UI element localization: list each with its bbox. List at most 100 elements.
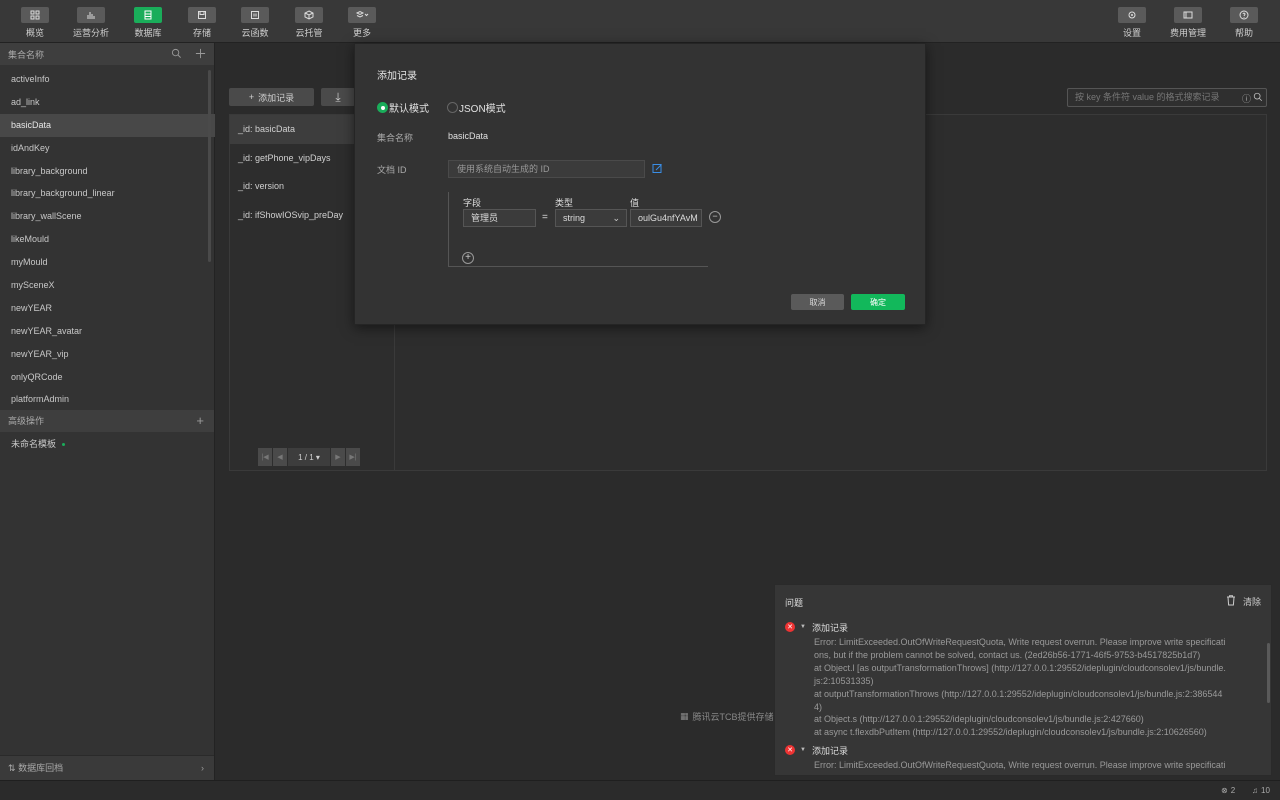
problem-entry: ✕ ▼ 添加记录 Error: LimitExceeded.OutOfWrite… (785, 621, 1265, 739)
rollback-icon: ⇅ (8, 763, 16, 773)
collection-item[interactable]: mySceneX (0, 274, 215, 297)
problem-line: at Object.s (http://127.0.0.1:29552/idep… (814, 714, 1144, 725)
type-column-label: 类型 (555, 198, 574, 208)
problem-details: Error: LimitExceeded.OutOfWriteRequestQu… (814, 759, 1265, 772)
toolbar-cloud-function-button[interactable]: 云函数 (228, 7, 282, 41)
error-count[interactable]: ⊗ 2 (1221, 786, 1235, 795)
toolbar-storage-button[interactable]: 存储 (175, 7, 229, 41)
problem-details: Error: LimitExceeded.OutOfWriteRequestQu… (814, 636, 1265, 739)
problem-line: at Object.l [as outputTransformationThro… (814, 662, 1226, 673)
toolbar-billing-button[interactable]: 费用管理 (1161, 7, 1215, 41)
json-mode-radio[interactable] (447, 102, 458, 113)
toolbar-billing-label: 费用管理 (1169, 28, 1206, 38)
collection-item[interactable]: library_background (0, 160, 215, 183)
problem-line: ons, but if the problem cannot be solved… (814, 649, 1201, 660)
clear-problems-button[interactable]: 清除 (1225, 594, 1261, 608)
add-record-label: 添加记录 (258, 92, 295, 103)
prev-page-button[interactable]: ◀ (273, 448, 287, 466)
next-page-button[interactable]: ▶ (331, 448, 345, 466)
add-template-icon[interactable]: + (196, 410, 204, 432)
default-mode-label[interactable]: 默认模式 (389, 100, 429, 115)
edit-icon[interactable] (652, 163, 663, 174)
top-toolbar: 概览 运营分析 数据库 存储 云函数 云托管 更多 设置 费用管理 帮助 (0, 0, 1280, 43)
collection-list: activeInfo ad_link basicData idAndKey li… (0, 68, 215, 411)
search-icon[interactable] (170, 47, 182, 59)
toolbar-analytics-label: 运营分析 (72, 28, 109, 38)
error-count-value: 2 (1230, 786, 1236, 795)
collection-item[interactable]: onlyQRCode (0, 366, 215, 389)
toolbar-overview-button[interactable]: 概览 (8, 7, 62, 41)
problem-title: 添加记录 (811, 622, 848, 633)
analytics-icon (77, 7, 105, 23)
field-group: 字段 类型 值 管理员 = string ⌄ oulGu4nfYAvM − (448, 192, 721, 267)
cancel-button[interactable]: 取消 (791, 294, 844, 310)
toolbar-analytics-button[interactable]: 运营分析 (64, 7, 118, 41)
record-search-input[interactable]: 按 key 条件符 value 的格式搜索记录 ⓘ (1067, 88, 1267, 107)
template-item[interactable]: 未命名模板 (11, 437, 66, 450)
collection-item[interactable]: idAndKey (0, 137, 215, 160)
add-record-button[interactable]: + 添加记录 (229, 88, 314, 106)
toolbar-more-label: 更多 (352, 28, 371, 38)
page-selector[interactable]: 1 / 1 ▾ (288, 448, 330, 466)
last-page-button[interactable]: ▶| (346, 448, 360, 466)
export-button[interactable]: ⤓ (321, 88, 355, 106)
collection-item[interactable]: ad_link (0, 91, 215, 114)
add-field-icon[interactable]: + (462, 252, 474, 264)
toolbar-cloud-hosting-label: 云托管 (295, 28, 323, 38)
collections-header-label: 集合名称 (8, 49, 45, 60)
info-icon[interactable]: ⓘ (1242, 91, 1251, 108)
type-select-value: string (563, 213, 586, 223)
json-mode-label[interactable]: JSON模式 (459, 100, 506, 115)
clear-label: 清除 (1242, 596, 1261, 607)
toolbar-settings-label: 设置 (1122, 28, 1141, 38)
toolbar-more-button[interactable]: 更多 (335, 7, 389, 41)
collection-item-selected[interactable]: basicData (0, 113, 215, 137)
toolbar-cloud-hosting-button[interactable]: 云托管 (282, 7, 336, 41)
remove-field-icon[interactable]: − (709, 211, 721, 223)
collection-item[interactable]: myMould (0, 251, 215, 274)
type-select[interactable]: string ⌄ (555, 209, 627, 227)
unsaved-dot-icon (62, 443, 66, 447)
collection-item[interactable]: newYEAR (0, 297, 215, 320)
collection-item[interactable]: activeInfo (0, 68, 215, 91)
first-page-button[interactable]: |◀ (258, 448, 272, 466)
more-icon (348, 7, 376, 23)
collection-list-scrollbar[interactable] (208, 70, 211, 262)
toolbar-database-button[interactable]: 数据库 (121, 7, 175, 41)
problem-line: 4) (814, 701, 823, 712)
triangle-down-icon: ▼ (800, 624, 806, 630)
problems-scrollbar[interactable] (1267, 643, 1270, 703)
error-icon: ✕ (785, 745, 795, 755)
trash-icon (1225, 594, 1237, 608)
plus-icon: + (248, 92, 255, 102)
help-icon (1230, 7, 1258, 23)
default-mode-radio[interactable] (377, 102, 388, 113)
field-column-label: 字段 (463, 198, 482, 208)
pagination: |◀ ◀ 1 / 1 ▾ ▶ ▶| (258, 448, 361, 466)
doc-id-input[interactable]: 使用系统自动生成的 ID (448, 160, 645, 178)
database-rollback-button[interactable]: ⇅ 数据库回档 › (0, 755, 214, 780)
collection-item[interactable]: library_wallScene (0, 205, 215, 228)
field-name-input[interactable]: 管理员 (463, 209, 536, 227)
confirm-button[interactable]: 确定 (851, 294, 905, 310)
toolbar-settings-button[interactable]: 设置 (1105, 7, 1159, 41)
collection-item[interactable]: newYEAR_vip (0, 343, 215, 366)
field-value-input[interactable]: oulGu4nfYAvM (630, 209, 702, 227)
problem-header[interactable]: ✕ ▼ 添加记录 (785, 744, 1265, 756)
cloud-function-icon (241, 7, 269, 23)
search-icon[interactable] (1253, 91, 1263, 108)
problem-title: 添加记录 (811, 745, 848, 756)
problem-line: at outputTransformationThrows (http://12… (814, 688, 1223, 699)
search-placeholder: 按 key 条件符 value 的格式搜索记录 (1075, 92, 1220, 102)
collection-item[interactable]: library_background_linear (0, 182, 215, 205)
toolbar-help-button[interactable]: 帮助 (1217, 7, 1271, 41)
collection-item[interactable]: platformAdmin (0, 388, 215, 411)
equals-sign: = (542, 212, 548, 223)
problem-line: Error: LimitExceeded.OutOfWriteRequestQu… (814, 637, 1226, 647)
collection-name-value: basicData (448, 131, 489, 141)
collection-item[interactable]: likeMould (0, 228, 215, 251)
collection-item[interactable]: newYEAR_avatar (0, 320, 215, 343)
problem-header[interactable]: ✕ ▼ 添加记录 (785, 621, 1265, 633)
add-collection-icon[interactable] (194, 47, 206, 59)
notification-count[interactable]: ♫ 10 (1252, 786, 1270, 795)
